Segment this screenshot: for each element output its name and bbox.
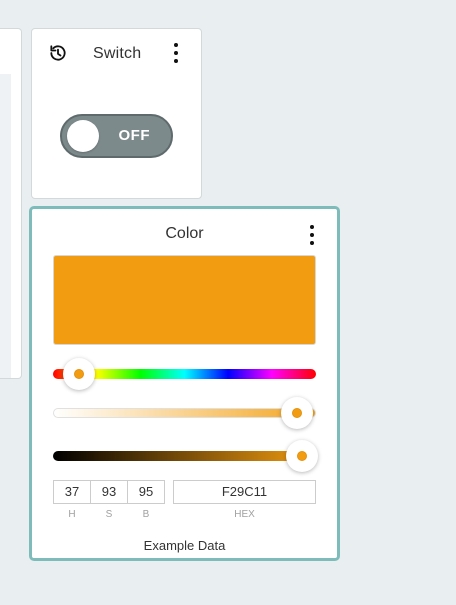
data-source-label: Example Data <box>143 538 226 553</box>
brightness-slider[interactable] <box>53 451 316 461</box>
menu-dot <box>310 225 314 229</box>
saturation-slider-thumb[interactable] <box>281 397 313 429</box>
history-icon[interactable] <box>48 43 68 63</box>
hue-slider-thumb[interactable] <box>63 358 95 390</box>
color-widget-card: Color 37 93 95 F29C11 H S B HEX Example … <box>29 206 340 561</box>
brightness-slider-thumb[interactable] <box>286 440 318 472</box>
color-more-vertical-icon[interactable] <box>305 225 319 245</box>
hex-value-input[interactable]: F29C11 <box>173 480 316 504</box>
switch-more-vertical-icon[interactable] <box>169 43 183 63</box>
switch-widget-title: Switch <box>93 45 142 62</box>
brightness-thumb-color-dot <box>297 451 307 461</box>
menu-dot <box>310 241 314 245</box>
hue-label: H <box>68 509 76 520</box>
hex-label: HEX <box>234 509 255 520</box>
color-widget-title: Color <box>165 225 204 242</box>
saturation-thumb-color-dot <box>292 408 302 418</box>
hue-thumb-color-dot <box>74 369 84 379</box>
brightness-value-input[interactable]: 95 <box>127 480 165 504</box>
menu-dot <box>310 233 314 237</box>
switch-widget-card: Switch OFF <box>31 28 202 199</box>
saturation-label: S <box>105 509 113 520</box>
toggle-knob <box>67 120 99 152</box>
menu-dot <box>174 43 178 47</box>
partial-widget-card <box>0 28 22 379</box>
dashboard-canvas: Switch OFF Color 37 93 95 F29C11 H S B H… <box>0 0 456 605</box>
switch-toggle[interactable]: OFF <box>60 114 173 158</box>
menu-dot <box>174 59 178 63</box>
hue-value-input[interactable]: 37 <box>53 480 91 504</box>
saturation-slider[interactable] <box>53 408 316 418</box>
brightness-label: B <box>142 509 150 520</box>
partial-widget-content <box>0 74 11 378</box>
saturation-value-input[interactable]: 93 <box>90 480 128 504</box>
toggle-state-label: OFF <box>118 127 150 144</box>
color-preview-swatch <box>53 255 316 345</box>
menu-dot <box>174 51 178 55</box>
